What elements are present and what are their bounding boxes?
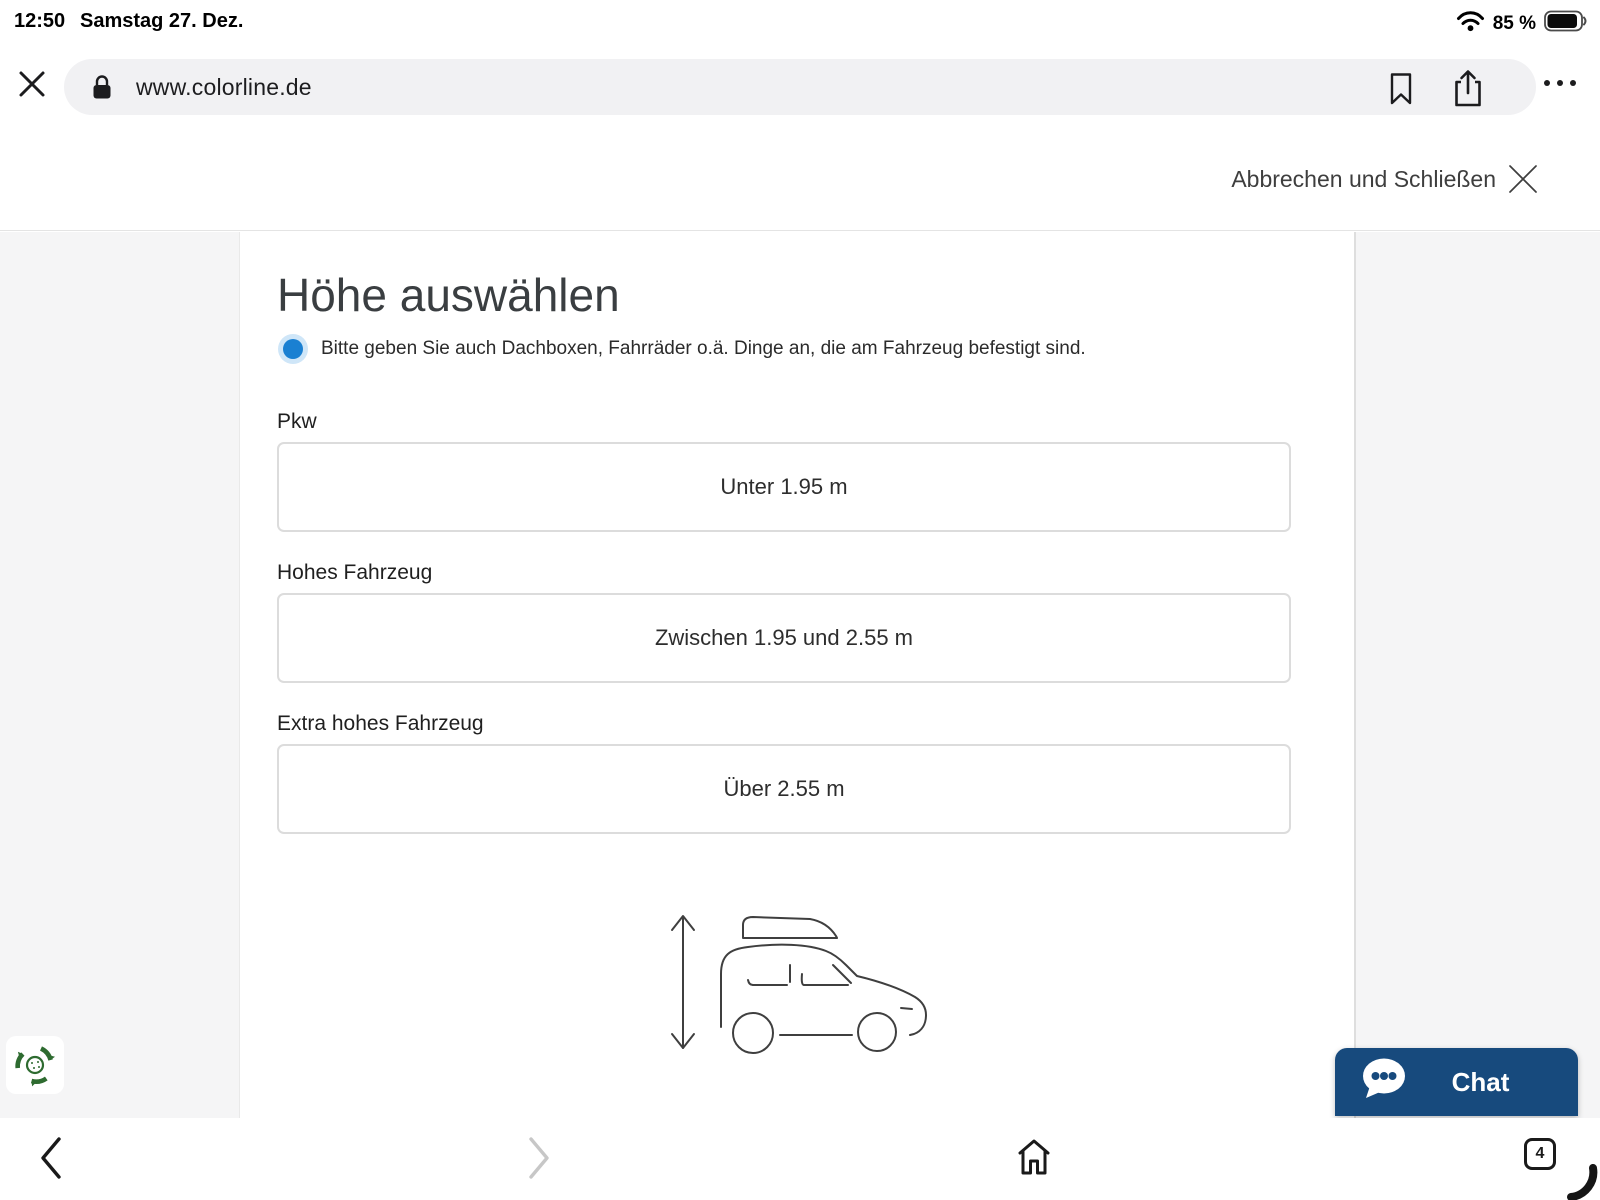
home-icon[interactable] xyxy=(1014,1136,1054,1183)
tab-count-badge[interactable]: 4 xyxy=(1524,1138,1556,1170)
option-label-pkw: Pkw xyxy=(277,410,317,434)
chat-bubble-icon xyxy=(1357,1056,1409,1109)
browser-toolbar: www.colorline.de xyxy=(0,48,1600,132)
ipad-safari-screen: 12:50 Samstag 27. Dez. 85 % xyxy=(0,0,1600,1200)
chat-button-label: Chat xyxy=(1409,1067,1578,1098)
close-icon[interactable] xyxy=(18,70,46,98)
overlay-header: Abbrechen und Schließen xyxy=(0,132,1600,231)
height-arrow-icon xyxy=(672,916,694,1048)
forward-icon xyxy=(526,1136,552,1185)
date: Samstag 27. Dez. xyxy=(80,10,243,33)
wifi-icon xyxy=(1456,10,1485,37)
cookie-settings-icon[interactable] xyxy=(6,1036,64,1094)
left-panel xyxy=(0,232,240,1118)
clock: 12:50 xyxy=(14,10,65,33)
option-label-extra-hohes-fahrzeug: Extra hohes Fahrzeug xyxy=(277,712,484,736)
page-title: Höhe auswählen xyxy=(277,268,620,322)
option-button-over-255[interactable]: Über 2.55 m xyxy=(277,744,1291,834)
info-row: Bitte geben Sie auch Dachboxen, Fahrräde… xyxy=(283,338,1086,360)
share-icon[interactable] xyxy=(1450,68,1486,115)
option-button-under-195[interactable]: Unter 1.95 m xyxy=(277,442,1291,532)
bottom-nav-bar: 4 xyxy=(0,1118,1600,1200)
partial-corner-icon xyxy=(1560,1162,1600,1200)
dismiss-close-icon[interactable] xyxy=(1508,164,1538,194)
battery-percent: 85 % xyxy=(1493,13,1536,35)
lock-icon xyxy=(92,74,112,105)
status-bar: 12:50 Samstag 27. Dez. 85 % xyxy=(0,0,1600,48)
option-button-195-255[interactable]: Zwischen 1.95 und 2.55 m xyxy=(277,593,1291,683)
radio-selected-dot xyxy=(283,339,303,359)
info-text: Bitte geben Sie auch Dachboxen, Fahrräde… xyxy=(321,338,1086,360)
battery-icon xyxy=(1544,10,1588,37)
main-content: Höhe auswählen Bitte geben Sie auch Dach… xyxy=(0,232,1600,1118)
tab-count: 4 xyxy=(1536,1145,1545,1163)
status-indicators: 85 % xyxy=(1456,10,1588,37)
bookmark-icon[interactable] xyxy=(1388,72,1414,111)
back-icon[interactable] xyxy=(38,1136,64,1185)
dismiss-button[interactable]: Abbrechen und Schließen xyxy=(1231,166,1496,193)
more-icon[interactable] xyxy=(1544,80,1576,86)
car-with-roofbox-icon xyxy=(620,870,970,1075)
chat-button[interactable]: Chat xyxy=(1335,1048,1578,1116)
option-label-hohes-fahrzeug: Hohes Fahrzeug xyxy=(277,561,432,585)
url-text[interactable]: www.colorline.de xyxy=(136,74,312,101)
right-panel xyxy=(1354,232,1600,1118)
